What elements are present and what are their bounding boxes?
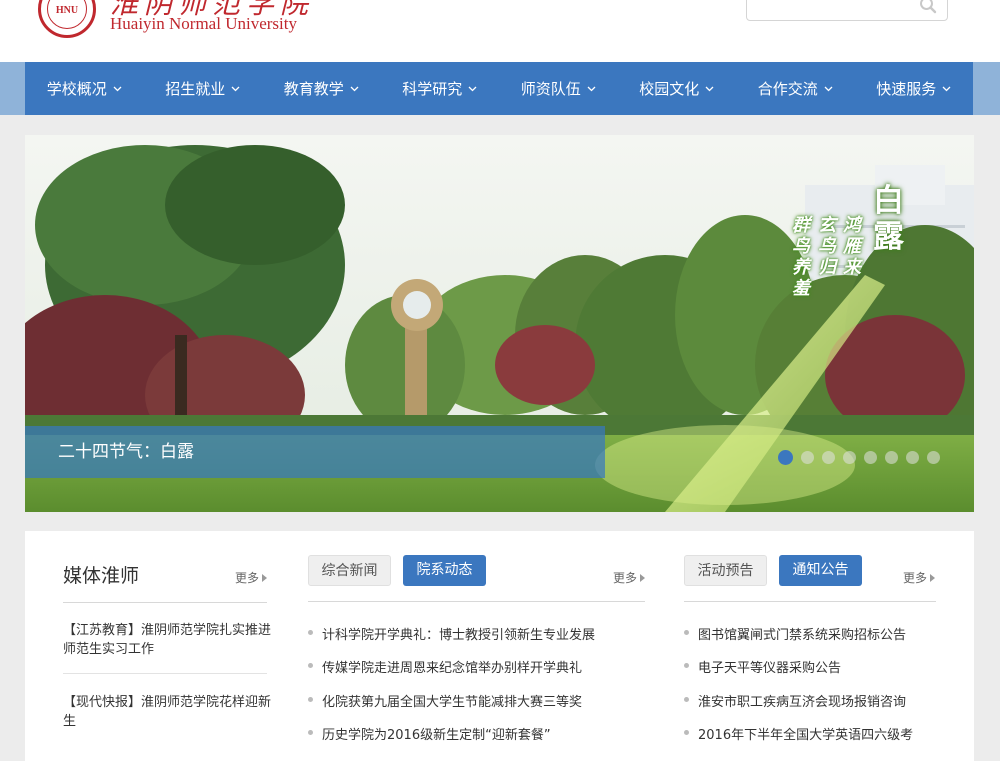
nav-item-education[interactable]: 教育教学 bbox=[262, 62, 381, 115]
nav-item-label: 科学研究 bbox=[402, 80, 463, 98]
tab-department-news[interactable]: 院系动态 bbox=[403, 555, 486, 586]
notice-item[interactable]: 淮安市职工疾病互济会现场报销咨询 bbox=[684, 691, 906, 710]
slide-dot-1[interactable] bbox=[778, 450, 793, 465]
notice-item[interactable]: 图书馆翼闸式门禁系统采购招标公告 bbox=[684, 624, 906, 643]
notice-item[interactable]: 2016年下半年全国大学英语四六级考 bbox=[684, 724, 913, 743]
tab-general-news[interactable]: 综合新闻 bbox=[308, 555, 391, 586]
arrow-right-icon bbox=[640, 574, 646, 582]
university-seal-logo[interactable]: HNU bbox=[38, 0, 96, 38]
site-header: HNU 淮阴师范学院 Huaiyin Normal University bbox=[0, 0, 1000, 62]
slide-dot-6[interactable] bbox=[885, 451, 898, 464]
media-item[interactable]: 【现代快报】淮阴师范学院花样迎新生 bbox=[63, 693, 273, 731]
nav-item-faculty[interactable]: 师资队伍 bbox=[499, 62, 618, 115]
slide-dot-4[interactable] bbox=[843, 451, 856, 464]
slide-indicators bbox=[778, 450, 948, 465]
nav-item-label: 校园文化 bbox=[639, 80, 700, 98]
nav-item-label: 师资队伍 bbox=[520, 80, 581, 98]
slide-dot-3[interactable] bbox=[822, 451, 835, 464]
slide-dot-8[interactable] bbox=[927, 451, 940, 464]
banner-caption[interactable]: 二十四节气：白露 bbox=[25, 426, 605, 478]
university-name-en[interactable]: Huaiyin Normal University bbox=[110, 14, 297, 34]
poem-title: 白露 bbox=[873, 183, 904, 255]
news-item[interactable]: 历史学院为2016级新生定制“迎新套餐” bbox=[308, 724, 551, 743]
chevron-down-icon bbox=[350, 86, 359, 92]
news-more-link[interactable]: 更多 bbox=[613, 569, 646, 586]
media-item[interactable]: 【江苏教育】淮阴师范学院扎实推进师范生实习工作 bbox=[63, 621, 273, 659]
search-box bbox=[746, 0, 948, 21]
chevron-down-icon bbox=[231, 86, 240, 92]
divider bbox=[308, 601, 645, 602]
media-more-link[interactable]: 更多 bbox=[235, 569, 268, 586]
nav-item-label: 学校概况 bbox=[46, 80, 107, 98]
nav-item-quick-services[interactable]: 快速服务 bbox=[855, 62, 974, 115]
chevron-down-icon bbox=[113, 86, 122, 92]
nav-item-label: 教育教学 bbox=[283, 80, 344, 98]
chevron-down-icon bbox=[942, 86, 951, 92]
tab-event-preview[interactable]: 活动预告 bbox=[684, 555, 767, 586]
news-item[interactable]: 计科学院开学典礼：博士教授引领新生专业发展 bbox=[308, 624, 595, 643]
divider bbox=[684, 601, 936, 602]
divider bbox=[63, 673, 267, 674]
chevron-down-icon bbox=[824, 86, 833, 92]
seal-text: HNU bbox=[55, 5, 79, 16]
slide-dot-2[interactable] bbox=[801, 451, 814, 464]
chevron-down-icon bbox=[587, 86, 596, 92]
more-label: 更多 bbox=[235, 571, 260, 585]
slide-dot-7[interactable] bbox=[906, 451, 919, 464]
nav-item-cooperation[interactable]: 合作交流 bbox=[736, 62, 855, 115]
notices-more-link[interactable]: 更多 bbox=[903, 569, 936, 586]
search-input[interactable] bbox=[753, 0, 907, 19]
nav-item-research[interactable]: 科学研究 bbox=[381, 62, 500, 115]
more-label: 更多 bbox=[613, 571, 638, 585]
nav-item-label: 合作交流 bbox=[757, 80, 818, 98]
poem-line: 鸿雁来 bbox=[843, 215, 861, 278]
search-icon[interactable] bbox=[919, 0, 937, 14]
nav-item-campus-culture[interactable]: 校园文化 bbox=[618, 62, 737, 115]
slide-dot-5[interactable] bbox=[864, 451, 877, 464]
nav-item-admissions[interactable]: 招生就业 bbox=[144, 62, 263, 115]
arrow-right-icon bbox=[262, 574, 268, 582]
news-item[interactable]: 传媒学院走进周恩来纪念馆举办别样开学典礼 bbox=[308, 657, 582, 676]
arrow-right-icon bbox=[930, 574, 936, 582]
main-nav: 学校概况 招生就业 教育教学 科学研究 师资队伍 校园文化 合作交流 快速服务 bbox=[25, 62, 973, 115]
notice-item[interactable]: 电子天平等仪器采购公告 bbox=[684, 657, 841, 676]
nav-item-label: 快速服务 bbox=[876, 80, 937, 98]
chevron-down-icon bbox=[705, 86, 714, 92]
chevron-down-icon bbox=[468, 86, 477, 92]
divider bbox=[63, 602, 267, 603]
hero-banner[interactable]: 白露 鸿雁来 玄鸟归 群鸟养羞 二十四节气：白露 bbox=[25, 135, 974, 512]
nav-item-school-overview[interactable]: 学校概况 bbox=[25, 62, 144, 115]
media-section-title: 媒体淮师 bbox=[63, 565, 140, 587]
poem-line: 玄鸟归 bbox=[818, 215, 836, 278]
tab-announcements[interactable]: 通知公告 bbox=[779, 555, 862, 586]
nav-item-label: 招生就业 bbox=[165, 80, 226, 98]
more-label: 更多 bbox=[903, 571, 928, 585]
news-item[interactable]: 化院获第九届全国大学生节能减排大赛三等奖 bbox=[308, 691, 582, 710]
content-panel: 媒体淮师 更多 【江苏教育】淮阴师范学院扎实推进师范生实习工作 【现代快报】淮阴… bbox=[25, 531, 974, 761]
poem-line: 群鸟养羞 bbox=[792, 215, 810, 299]
